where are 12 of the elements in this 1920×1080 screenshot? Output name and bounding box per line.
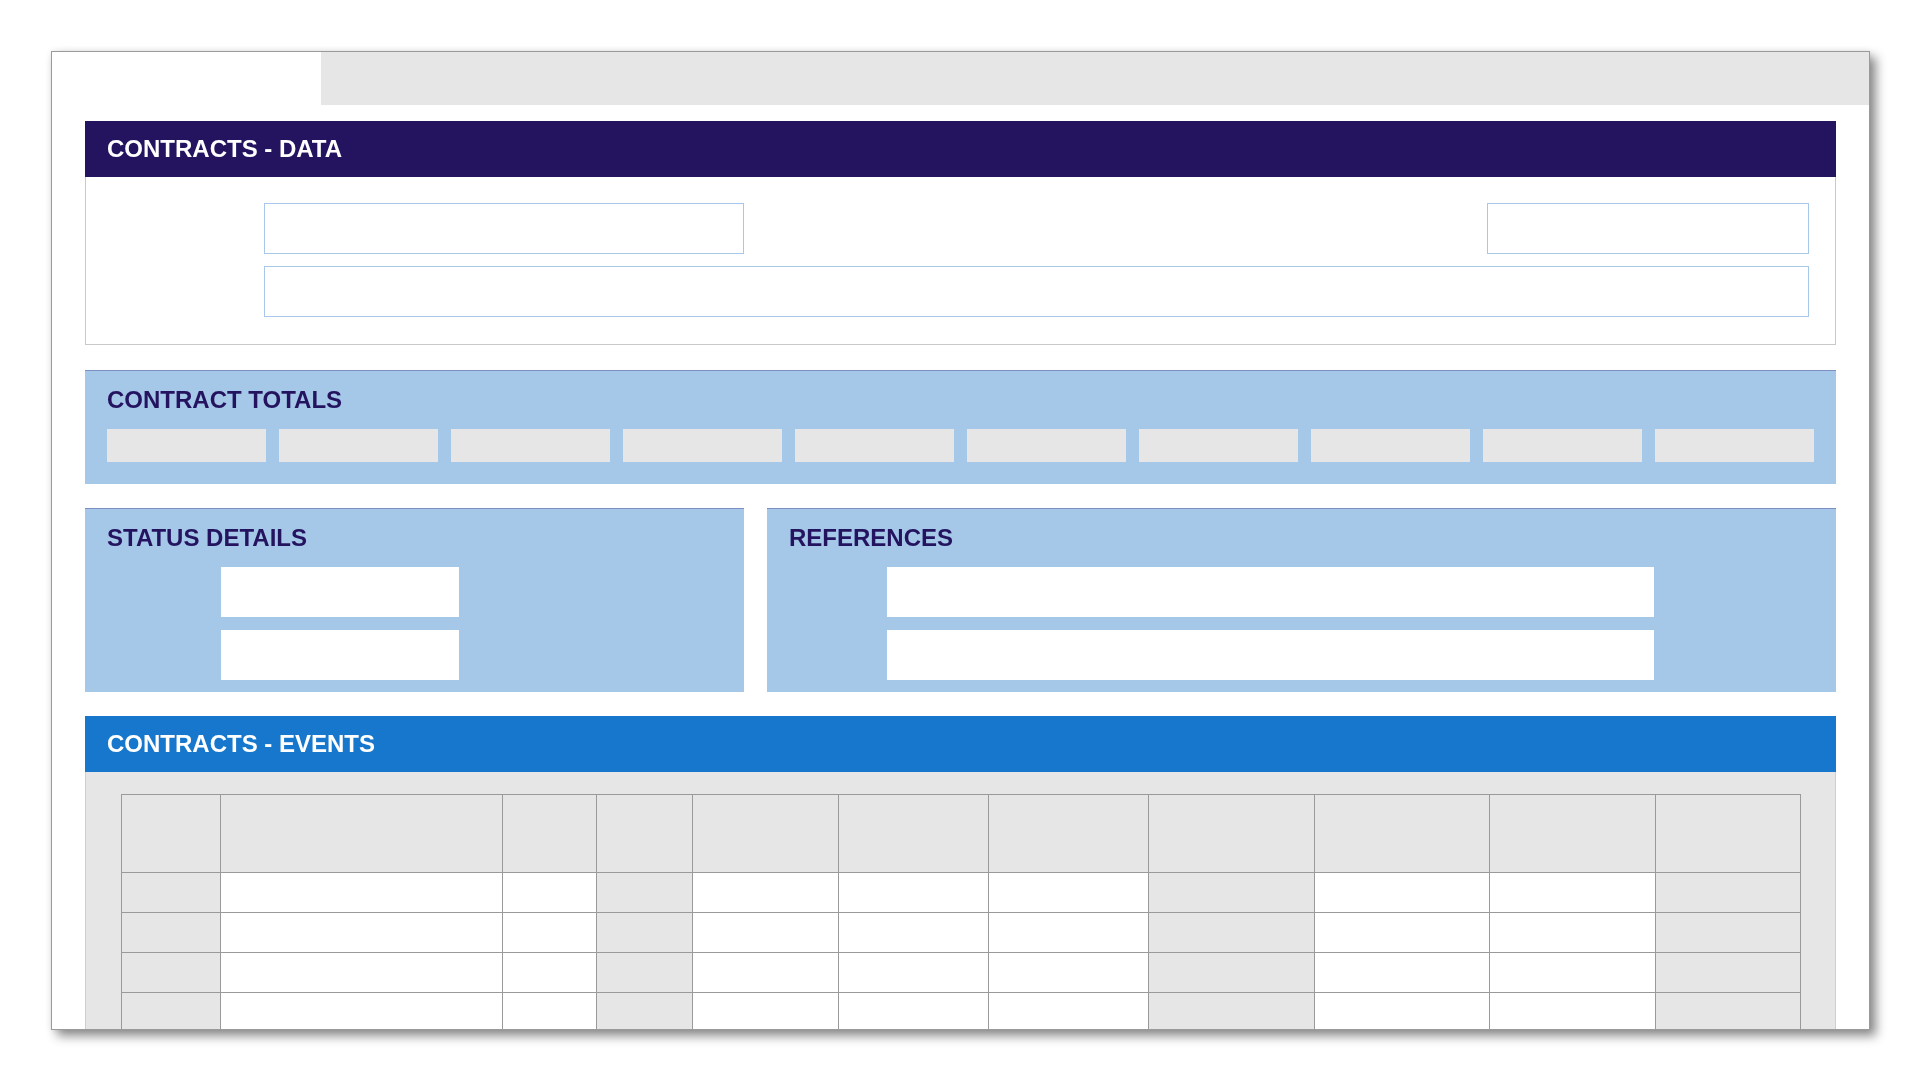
input-field[interactable]	[221, 630, 459, 680]
section-title: CONTRACTS - EVENTS	[107, 731, 375, 757]
section-title: STATUS DETAILS	[107, 525, 307, 551]
section-title: CONTRACT TOTALS	[107, 387, 343, 413]
input-field[interactable]	[264, 266, 1809, 317]
input-field[interactable]	[887, 630, 1654, 680]
input-field[interactable]	[887, 567, 1654, 617]
input-field[interactable]	[221, 567, 459, 617]
input-field[interactable]	[264, 203, 744, 254]
section-title: REFERENCES	[789, 525, 954, 551]
input-field[interactable]	[1487, 203, 1809, 254]
section-title: CONTRACTS - DATA	[107, 136, 343, 162]
